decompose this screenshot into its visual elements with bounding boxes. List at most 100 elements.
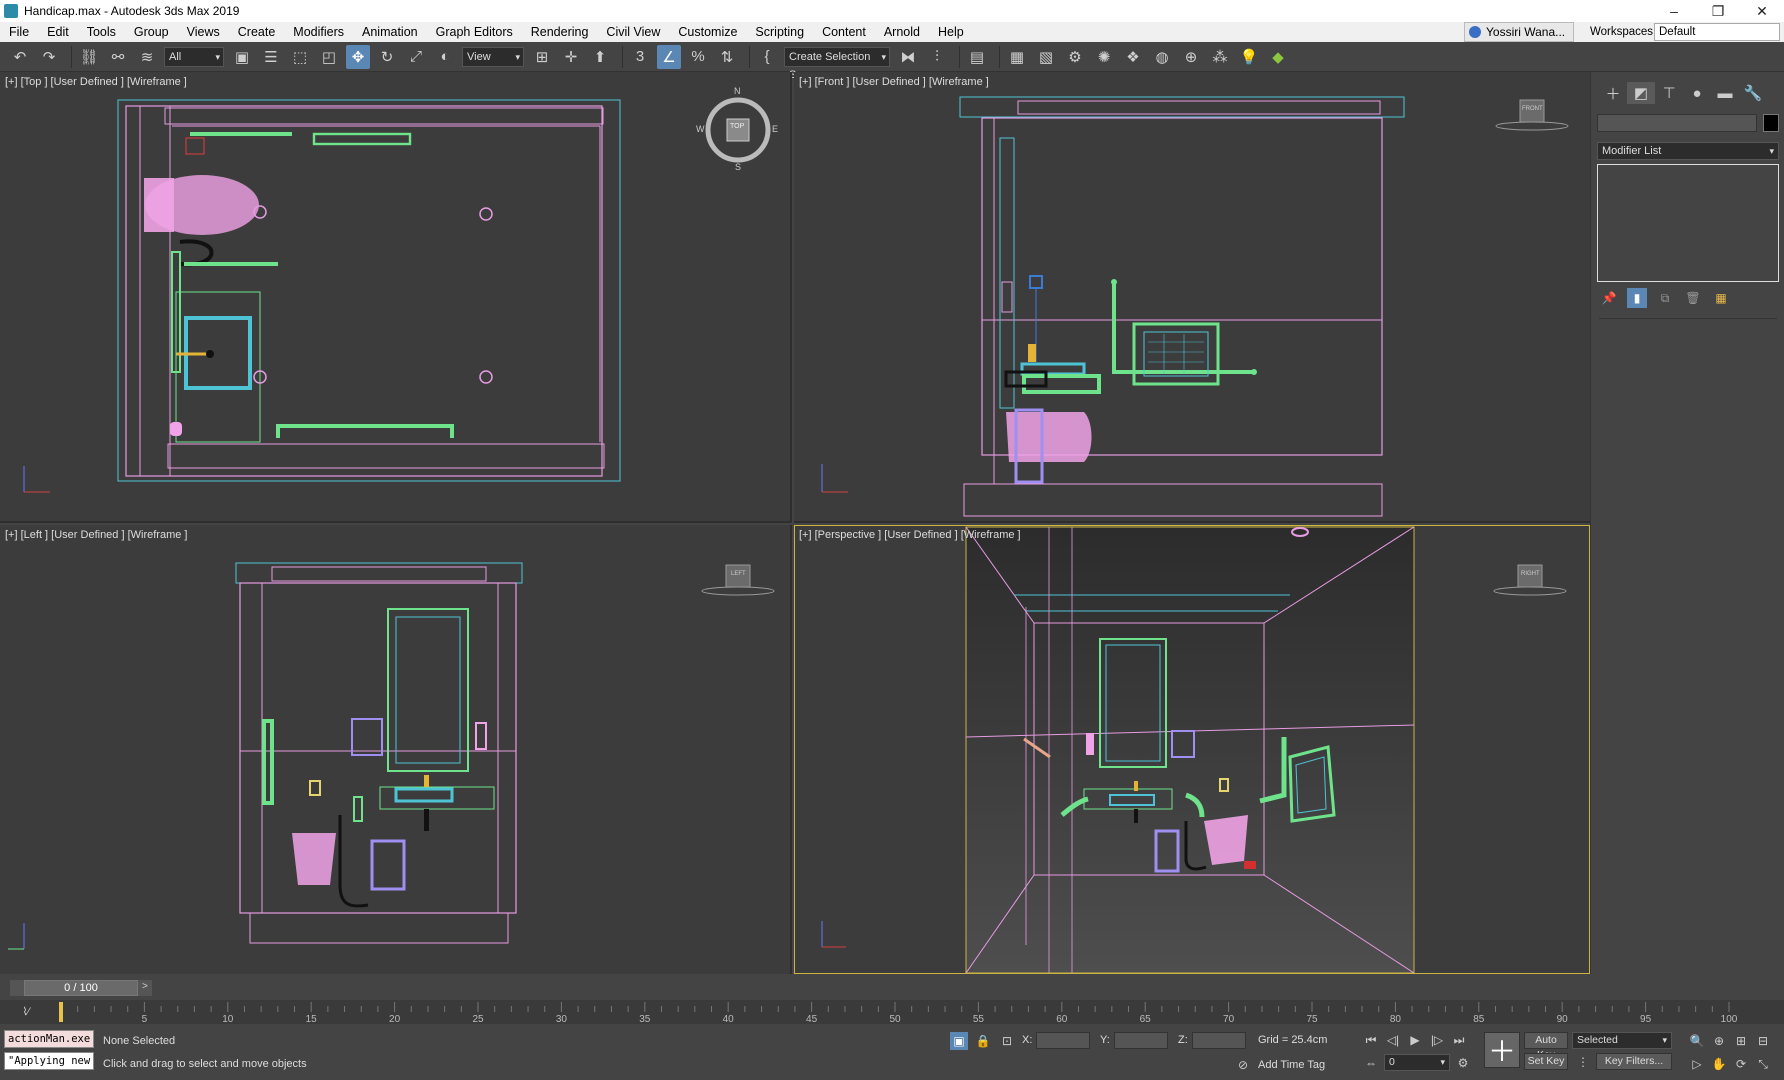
- play-icon[interactable]: ▶: [1406, 1031, 1424, 1049]
- placement-icon[interactable]: ◐: [433, 45, 457, 69]
- undo-icon[interactable]: ↶: [8, 45, 32, 69]
- create-tab-icon[interactable]: ＋: [1599, 82, 1627, 104]
- auto-key-button[interactable]: Auto Key: [1524, 1032, 1568, 1061]
- mirror-icon[interactable]: ⧓: [896, 45, 920, 69]
- render-frame-icon[interactable]: ✺: [1092, 45, 1116, 69]
- rect-selection-icon[interactable]: ⬚: [288, 45, 312, 69]
- modifier-list-dropdown[interactable]: Modifier List: [1597, 142, 1779, 160]
- menu-create[interactable]: Create: [229, 22, 285, 42]
- time-slider[interactable]: < 0 / 100 >: [0, 976, 1784, 1000]
- percent-snap-icon[interactable]: %: [686, 45, 710, 69]
- viewcube-perspective[interactable]: RIGHT: [1492, 561, 1568, 601]
- timeline-ruler[interactable]: ⌇∕ 5 10 15 20 25 30 35 40 45 50 55 60 65 70 75 80 85 90 95…: [0, 1000, 1784, 1024]
- unlink-icon[interactable]: ⚯: [106, 45, 130, 69]
- menu-group[interactable]: Group: [125, 22, 178, 42]
- viewport-front[interactable]: [+] [Front ] [User Defined ] [Wireframe …: [794, 72, 1590, 523]
- menu-civil-view[interactable]: Civil View: [597, 22, 669, 42]
- zoom-all-icon[interactable]: ⊕: [1710, 1032, 1728, 1050]
- set-key-button[interactable]: Set Key: [1524, 1053, 1568, 1070]
- x-coordinate-field[interactable]: [1036, 1032, 1090, 1049]
- light-icon[interactable]: 💡: [1237, 45, 1261, 69]
- reference-coordinate-dropdown[interactable]: View: [462, 46, 524, 67]
- minimize-icon[interactable]: –: [1652, 0, 1696, 22]
- close-icon[interactable]: ✕: [1740, 0, 1784, 22]
- render-icon[interactable]: ❖: [1121, 45, 1145, 69]
- user-account-dropdown[interactable]: Yossiri Wana...: [1464, 22, 1574, 42]
- menu-edit[interactable]: Edit: [38, 22, 78, 42]
- edit-named-sel-icon[interactable]: {: [755, 45, 779, 69]
- pin-stack-icon[interactable]: 📌: [1599, 288, 1619, 308]
- selected-dropdown[interactable]: Selected: [1572, 1032, 1672, 1049]
- spinner-snap-icon[interactable]: ⇅: [715, 45, 739, 69]
- fx-icon[interactable]: ⁂: [1208, 45, 1232, 69]
- selection-lock-icon[interactable]: 🔒: [974, 1032, 992, 1050]
- current-frame-marker[interactable]: [59, 1002, 63, 1022]
- make-unique-icon[interactable]: ⧉: [1655, 288, 1675, 308]
- window-crossing-icon[interactable]: ◰: [317, 45, 341, 69]
- go-to-end-icon[interactable]: ⏭: [1450, 1031, 1468, 1049]
- object-color-swatch[interactable]: [1763, 114, 1779, 132]
- align-icon[interactable]: ⫶: [925, 45, 949, 69]
- time-config-icon[interactable]: ⚙: [1454, 1054, 1472, 1072]
- globe-icon[interactable]: ◍: [1150, 45, 1174, 69]
- configure-modifier-sets-icon[interactable]: ▦: [1711, 288, 1731, 308]
- pivot-icon[interactable]: ⊞: [530, 45, 554, 69]
- select-by-name-icon[interactable]: ☰: [259, 45, 283, 69]
- selection-filter-dropdown[interactable]: All: [164, 46, 224, 67]
- menu-graph-editors[interactable]: Graph Editors: [427, 22, 522, 42]
- viewport-left[interactable]: [+] [Left ] [User Defined ] [Wireframe ]: [0, 525, 792, 974]
- pan-view-icon[interactable]: ✋: [1710, 1055, 1728, 1073]
- workspace-dropdown[interactable]: Default: [1654, 23, 1780, 41]
- key-filters-button[interactable]: Key Filters...: [1596, 1053, 1672, 1070]
- crosshair-icon[interactable]: ⊕: [1179, 45, 1203, 69]
- move-icon[interactable]: ✥: [346, 44, 370, 69]
- menu-help[interactable]: Help: [929, 22, 973, 42]
- keyboard-shortcut-icon[interactable]: ⬆: [588, 45, 612, 69]
- time-slider-thumb[interactable]: 0 / 100: [24, 980, 138, 996]
- viewport-top[interactable]: [+] [Top ] [User Defined ] [Wireframe ]: [0, 72, 792, 523]
- viewport-perspective[interactable]: [+] [Perspective ] [User Defined ] [Wire…: [794, 525, 1590, 974]
- viewport-perspective-label[interactable]: [+] [Perspective ] [User Defined ] [Wire…: [799, 529, 1021, 541]
- go-to-start-icon[interactable]: ⏮: [1362, 1031, 1380, 1049]
- layer-explorer-icon[interactable]: ▦: [1005, 45, 1029, 69]
- add-time-tag[interactable]: Add Time Tag: [1258, 1059, 1325, 1071]
- menu-views[interactable]: Views: [178, 22, 229, 42]
- set-key-icon[interactable]: ＋: [1484, 1032, 1520, 1068]
- arnold-render-icon[interactable]: ◆: [1266, 45, 1290, 69]
- time-next-icon[interactable]: >: [142, 981, 148, 992]
- viewcube-front[interactable]: FRONT: [1494, 96, 1570, 136]
- menu-content[interactable]: Content: [813, 22, 875, 42]
- menu-modifiers[interactable]: Modifiers: [284, 22, 353, 42]
- menu-animation[interactable]: Animation: [353, 22, 427, 42]
- menu-tools[interactable]: Tools: [78, 22, 125, 42]
- zoom-extents-icon[interactable]: ⊞: [1732, 1032, 1750, 1050]
- y-coordinate-field[interactable]: [1114, 1032, 1168, 1049]
- rotate-icon[interactable]: ↻: [375, 45, 399, 69]
- zoom-icon[interactable]: 🔍: [1688, 1032, 1706, 1050]
- display-tab-icon[interactable]: ▬: [1711, 82, 1739, 104]
- key-mode-icon[interactable]: ⇔: [1362, 1054, 1380, 1072]
- show-end-result-icon[interactable]: ▮: [1627, 288, 1647, 308]
- hierarchy-tab-icon[interactable]: ⊤: [1655, 82, 1683, 104]
- material-editor-icon[interactable]: ▧: [1034, 45, 1058, 69]
- current-frame-field[interactable]: 0: [1384, 1054, 1450, 1071]
- render-setup-icon[interactable]: ⚙: [1063, 45, 1087, 69]
- snaps-icon[interactable]: 3: [628, 45, 652, 69]
- bind-space-warp-icon[interactable]: ≋: [135, 45, 159, 69]
- scale-icon[interactable]: ⤢: [404, 45, 428, 69]
- link-icon[interactable]: ⛓: [77, 45, 101, 69]
- restore-icon[interactable]: ❐: [1696, 0, 1740, 22]
- object-name-field[interactable]: [1597, 114, 1757, 132]
- select-manipulate-icon[interactable]: ✛: [559, 45, 583, 69]
- modify-tab-icon[interactable]: ◩: [1627, 82, 1655, 104]
- time-tag-icon[interactable]: ⊘: [1234, 1056, 1252, 1074]
- menu-rendering[interactable]: Rendering: [522, 22, 598, 42]
- menu-customize[interactable]: Customize: [669, 22, 746, 42]
- viewcube-top[interactable]: TOP N E S W: [696, 86, 778, 172]
- orbit-icon[interactable]: ⟳: [1732, 1055, 1750, 1073]
- maximize-viewport-icon[interactable]: ⤡: [1754, 1055, 1772, 1073]
- redo-icon[interactable]: ↷: [37, 45, 61, 69]
- isolate-selection-icon[interactable]: ▣: [950, 1032, 968, 1050]
- menu-arnold[interactable]: Arnold: [875, 22, 929, 42]
- absolute-mode-icon[interactable]: ⊡: [998, 1032, 1016, 1050]
